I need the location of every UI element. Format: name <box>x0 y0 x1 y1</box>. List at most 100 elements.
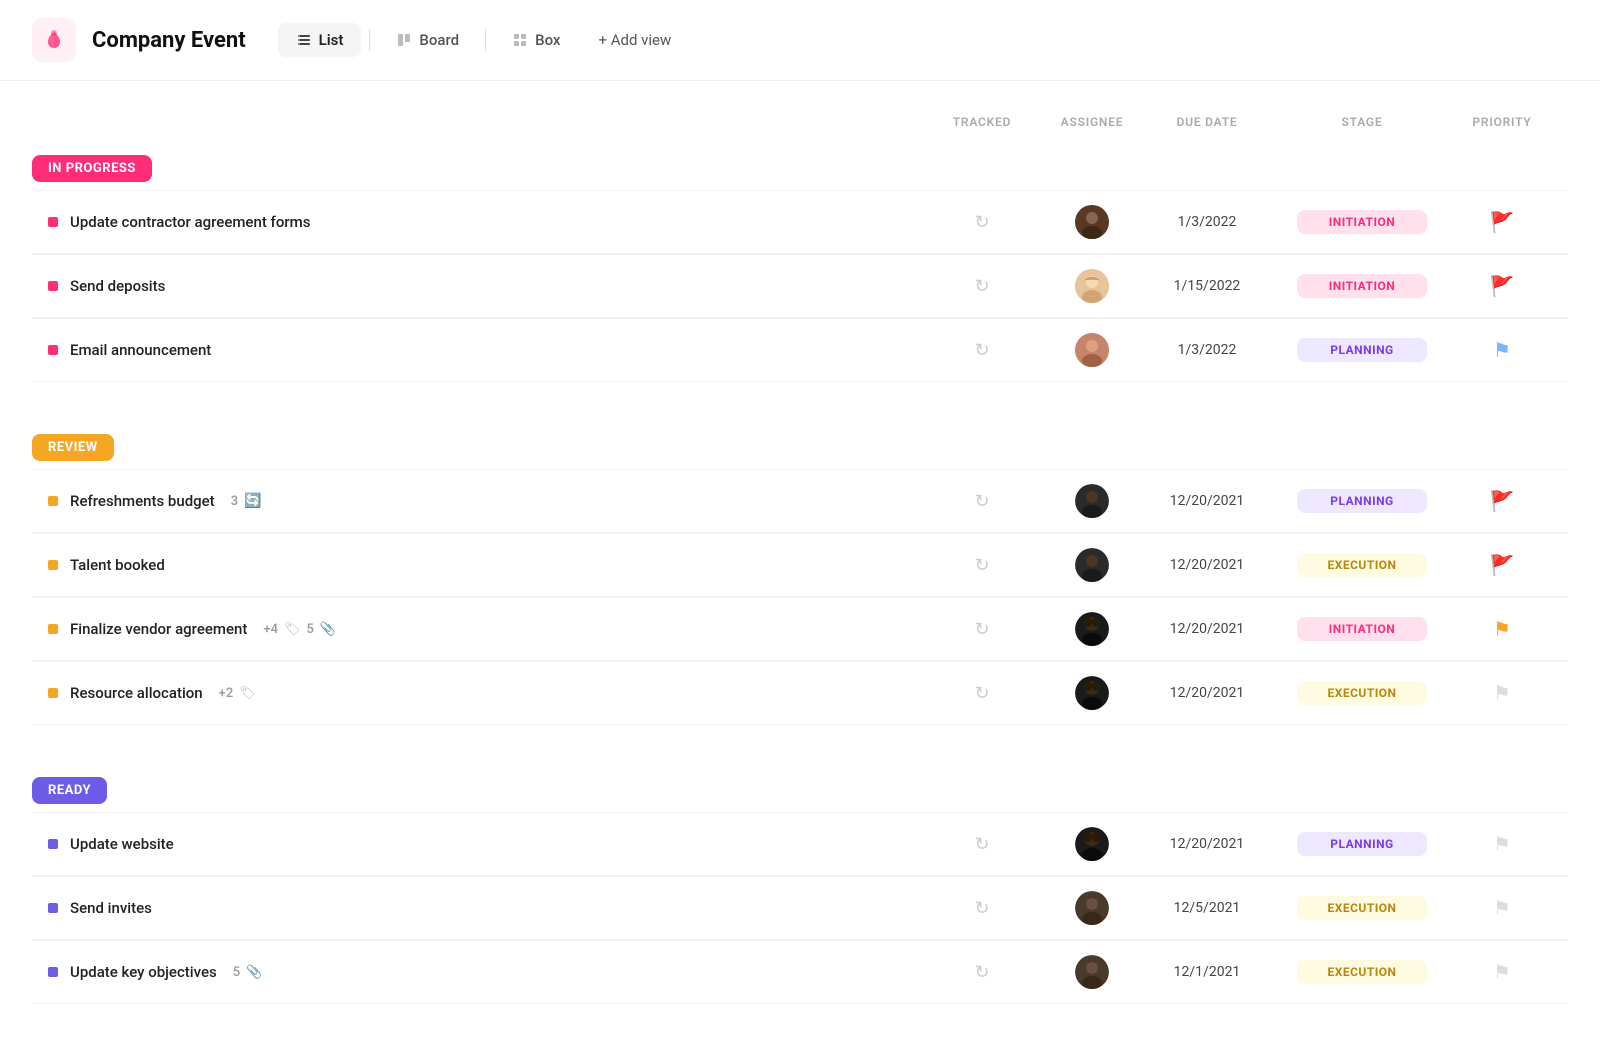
assignee-cell <box>1042 955 1142 989</box>
tracked-icon: ↻ <box>974 834 989 855</box>
board-icon <box>396 32 412 48</box>
task-dot <box>48 345 58 355</box>
meta-refresh-icon: 🔄 <box>244 493 261 509</box>
priority-cell: ⚑ <box>1452 832 1552 856</box>
table-row[interactable]: Send deposits ↻ 1/15/2022 INITIATION 🚩 <box>32 254 1568 318</box>
nav-divider-1 <box>369 29 370 51</box>
stage-cell: PLANNING <box>1272 832 1452 856</box>
due-date-cell: 1/15/2022 <box>1142 278 1272 294</box>
table-row[interactable]: Email announcement ↻ 1/3/2022 PLANNING ⚑ <box>32 318 1568 382</box>
tracked-icon: ↻ <box>974 276 989 297</box>
stage-cell: EXECUTION <box>1272 553 1452 577</box>
add-view-button[interactable]: + Add view <box>582 23 687 57</box>
col-assignee: ASSIGNEE <box>1042 115 1142 129</box>
table-row[interactable]: Send invites ↻ 12/5/2021 EXECUTION ⚑ <box>32 876 1568 940</box>
assignee-cell <box>1042 612 1142 646</box>
avatar <box>1075 612 1109 646</box>
table-row[interactable]: Resource allocation +2 🏷 ↻ 12/20/2021 EX… <box>32 661 1568 725</box>
task-name: Email announcement <box>70 341 211 359</box>
task-dot <box>48 839 58 849</box>
stage-badge: EXECUTION <box>1297 553 1427 577</box>
stage-badge: INITIATION <box>1297 617 1427 641</box>
tab-list[interactable]: List <box>278 23 362 57</box>
priority-cell: ⚑ <box>1452 338 1552 362</box>
tracked-cell: ↻ <box>922 555 1042 576</box>
task-name-cell: Finalize vendor agreement +4 🏷 5 📎 <box>48 620 922 638</box>
table-row[interactable]: Finalize vendor agreement +4 🏷 5 📎 ↻ 12/… <box>32 597 1568 661</box>
meta-tag-icon: 🏷 <box>239 686 256 701</box>
assignee-cell <box>1042 676 1142 710</box>
stage-cell: EXECUTION <box>1272 896 1452 920</box>
due-date-cell: 1/3/2022 <box>1142 214 1272 230</box>
task-name-cell: Send invites <box>48 899 922 917</box>
task-dot <box>48 688 58 698</box>
section-in-progress: IN PROGRESS Update contractor agreement … <box>32 139 1568 382</box>
task-name: Update contractor agreement forms <box>70 213 310 231</box>
task-dot <box>48 967 58 977</box>
avatar <box>1075 269 1109 303</box>
stage-badge: PLANNING <box>1297 338 1427 362</box>
tracked-icon: ↻ <box>974 491 989 512</box>
task-meta: +4 🏷 5 📎 <box>263 622 336 637</box>
priority-cell: 🚩 <box>1452 274 1552 298</box>
avatar <box>1075 955 1109 989</box>
table-row[interactable]: Refreshments budget 3 🔄 ↻ 12/20/2021 PLA… <box>32 469 1568 533</box>
table-row[interactable]: Update website ↻ 12/20/2021 PLANNING ⚑ <box>32 812 1568 876</box>
stage-cell: INITIATION <box>1272 617 1452 641</box>
task-meta: 3 🔄 <box>231 493 262 509</box>
section-review: REVIEW Refreshments budget 3 🔄 ↻ 12/20/2… <box>32 418 1568 725</box>
priority-cell: ⚑ <box>1452 681 1552 705</box>
task-name-cell: Refreshments budget 3 🔄 <box>48 492 922 510</box>
avatar <box>1075 827 1109 861</box>
tracked-cell: ↻ <box>922 834 1042 855</box>
stage-badge: EXECUTION <box>1297 896 1427 920</box>
task-dot <box>48 624 58 634</box>
task-dot <box>48 903 58 913</box>
task-name-cell: Talent booked <box>48 556 922 574</box>
section-header-ready: READY <box>32 761 1568 812</box>
priority-cell: 🚩 <box>1452 489 1552 513</box>
header: Company Event List Board <box>0 0 1600 81</box>
stage-badge: EXECUTION <box>1297 960 1427 984</box>
task-meta: +2 🏷 <box>219 686 256 701</box>
task-dot <box>48 217 58 227</box>
task-dot <box>48 496 58 506</box>
assignee-cell <box>1042 891 1142 925</box>
tab-box[interactable]: Box <box>494 23 578 57</box>
priority-cell: ⚑ <box>1452 896 1552 920</box>
meta-count: +2 <box>219 686 234 701</box>
task-name-cell: Update key objectives 5 📎 <box>48 963 922 981</box>
tab-board-label: Board <box>419 31 459 49</box>
meta-tag-icon: 🏷 <box>284 622 301 637</box>
table-row[interactable]: Update key objectives 5 📎 ↻ 12/1/2021 EX… <box>32 940 1568 1004</box>
assignee-cell <box>1042 484 1142 518</box>
tracked-cell: ↻ <box>922 619 1042 640</box>
avatar <box>1075 205 1109 239</box>
assignee-cell <box>1042 548 1142 582</box>
section-ready: READY Update website ↻ 12/20/2021 PLANNI… <box>32 761 1568 1004</box>
task-name: Send deposits <box>70 277 165 295</box>
box-icon <box>512 32 528 48</box>
task-name: Update website <box>70 835 174 853</box>
table-row[interactable]: Update contractor agreement forms ↻ 1/3/… <box>32 190 1568 254</box>
tracked-icon: ↻ <box>974 683 989 704</box>
task-dot <box>48 560 58 570</box>
meta-attach-count: 5 <box>306 622 313 637</box>
table-row[interactable]: Talent booked ↻ 12/20/2021 EXECUTION 🚩 <box>32 533 1568 597</box>
badge-in-progress: IN PROGRESS <box>32 155 152 182</box>
due-date-cell: 12/20/2021 <box>1142 557 1272 573</box>
tab-board[interactable]: Board <box>378 23 477 57</box>
meta-count: 3 <box>231 494 238 509</box>
assignee-cell <box>1042 205 1142 239</box>
col-stage: STAGE <box>1272 115 1452 129</box>
stage-badge: EXECUTION <box>1297 681 1427 705</box>
avatar <box>1075 548 1109 582</box>
due-date-cell: 12/5/2021 <box>1142 900 1272 916</box>
task-name-cell: Email announcement <box>48 341 922 359</box>
tracked-cell: ↻ <box>922 212 1042 233</box>
due-date-cell: 1/3/2022 <box>1142 342 1272 358</box>
stage-cell: EXECUTION <box>1272 681 1452 705</box>
nav-divider-2 <box>485 29 486 51</box>
section-header-review: REVIEW <box>32 418 1568 469</box>
section-header-in-progress: IN PROGRESS <box>32 139 1568 190</box>
